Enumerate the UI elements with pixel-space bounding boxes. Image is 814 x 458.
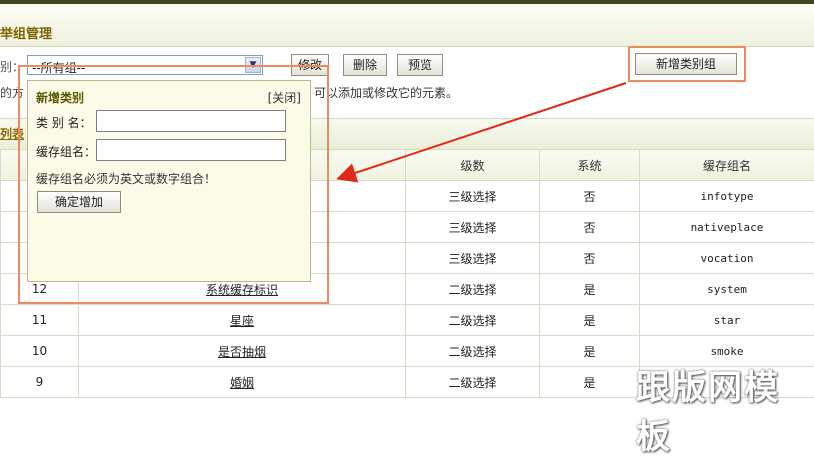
page-title: 举组管理 bbox=[0, 23, 52, 42]
cache-group-input[interactable] bbox=[96, 139, 286, 161]
cell-name-link[interactable]: 星座 bbox=[79, 305, 406, 336]
category-name-input[interactable] bbox=[96, 110, 286, 132]
group-label: 别： bbox=[0, 58, 24, 75]
confirm-add-button[interactable]: 确定增加 bbox=[37, 191, 121, 213]
delete-button[interactable]: 删除 bbox=[343, 54, 387, 76]
cache-group-note: 缓存组名必须为英文或数字组合！ bbox=[36, 170, 216, 187]
cell-system: 是 bbox=[540, 274, 640, 305]
cell-system: 是 bbox=[540, 305, 640, 336]
group-select[interactable]: --所有组-- ▼ bbox=[27, 55, 263, 75]
cell-system: 否 bbox=[540, 212, 640, 243]
cell-cache: nativeplace bbox=[640, 212, 814, 243]
edit-button[interactable]: 修改 bbox=[291, 54, 329, 76]
cell-cache: system bbox=[640, 274, 814, 305]
col-header-system: 系统 bbox=[540, 150, 640, 181]
add-group-button[interactable]: 新增类别组 bbox=[635, 53, 737, 75]
add-category-popup: 新增类别 [关闭] 类 别 名： 缓存组名： 缓存组名必须为英文或数字组合！ 确… bbox=[27, 80, 311, 282]
cell-level: 三级选择 bbox=[406, 212, 540, 243]
popup-close-link[interactable]: [关闭] bbox=[268, 89, 301, 106]
cell-name-link[interactable]: 是否抽烟 bbox=[79, 336, 406, 367]
cell-level: 二级选择 bbox=[406, 367, 540, 398]
cell-system: 否 bbox=[540, 243, 640, 274]
watermark-logo: 跟版网模板 bbox=[636, 360, 814, 458]
preview-button[interactable]: 预览 bbox=[397, 54, 443, 76]
cell-cache: star bbox=[640, 305, 814, 336]
cell-level: 三级选择 bbox=[406, 181, 540, 212]
table-row: 11 星座 二级选择 是 star bbox=[1, 305, 814, 336]
cell-name-link[interactable]: 婚姻 bbox=[79, 367, 406, 398]
cell-level: 二级选择 bbox=[406, 305, 540, 336]
cache-group-label: 缓存组名： bbox=[36, 143, 96, 160]
cell-id: 10 bbox=[1, 336, 79, 367]
cell-id: 11 bbox=[1, 305, 79, 336]
chevron-down-icon[interactable]: ▼ bbox=[245, 57, 261, 73]
hint-text-left: 的方 bbox=[0, 84, 24, 101]
cell-level: 二级选择 bbox=[406, 274, 540, 305]
category-name-label: 类 别 名： bbox=[36, 114, 92, 131]
group-select-value: --所有组-- bbox=[32, 59, 85, 76]
cell-cache: infotype bbox=[640, 181, 814, 212]
cell-system: 是 bbox=[540, 367, 640, 398]
cell-level: 三级选择 bbox=[406, 243, 540, 274]
col-header-cache: 缓存组名 bbox=[640, 150, 814, 181]
hint-text-right: 可以添加或修改它的元素。 bbox=[314, 84, 458, 101]
cell-level: 二级选择 bbox=[406, 336, 540, 367]
title-bar: 举组管理 bbox=[0, 4, 814, 47]
section-title: 列表 bbox=[0, 125, 24, 142]
cell-id: 9 bbox=[1, 367, 79, 398]
cell-system: 是 bbox=[540, 336, 640, 367]
cell-system: 否 bbox=[540, 181, 640, 212]
col-header-level: 级数 bbox=[406, 150, 540, 181]
cell-cache: vocation bbox=[640, 243, 814, 274]
popup-title: 新增类别 bbox=[36, 89, 84, 106]
